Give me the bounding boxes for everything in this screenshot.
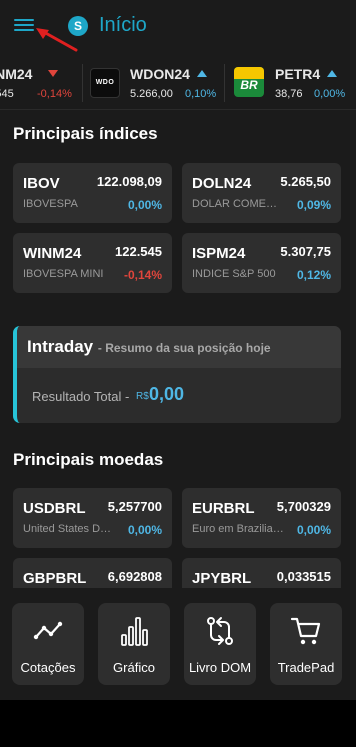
currencies-section-title: Principais moedas bbox=[13, 450, 164, 469]
index-change: 0,09% bbox=[296, 198, 331, 212]
ticker-change: -0,14% bbox=[37, 88, 72, 100]
nav-label: TradePad bbox=[277, 660, 335, 675]
index-value: 122.098,09 bbox=[96, 174, 162, 189]
ticker-change: 0,00% bbox=[314, 88, 346, 100]
index-value: 5.307,75 bbox=[280, 244, 331, 259]
bottom-navigation: Cotações Gráfico Livro DOM TradePad bbox=[0, 588, 356, 700]
nav-label: Livro DOM bbox=[188, 660, 252, 675]
hamburger-menu-icon[interactable] bbox=[14, 16, 36, 36]
index-description: IBOVESPA MINI bbox=[23, 268, 104, 280]
index-symbol: WINM24 bbox=[23, 245, 82, 262]
currency-value: 0,033515 bbox=[276, 569, 331, 584]
currency-value: 6,692808 bbox=[107, 569, 162, 584]
index-card[interactable]: WINM24 122.545 IBOVESPA MINI -0,14% bbox=[13, 233, 172, 293]
index-description: INDICE S&P 500 bbox=[192, 268, 276, 280]
nav-cotacoes-button[interactable]: Cotações bbox=[12, 603, 84, 685]
chart-line-icon bbox=[33, 621, 63, 640]
nav-label: Cotações bbox=[20, 660, 76, 675]
currency-card[interactable]: USDBRL 5,257700 United States Dollar 0,0… bbox=[13, 488, 172, 548]
index-change: -0,14% bbox=[123, 268, 162, 282]
nav-grafico-button[interactable]: Gráfico bbox=[98, 603, 170, 685]
index-symbol: DOLN24 bbox=[192, 175, 252, 192]
bar-chart-icon bbox=[121, 617, 148, 646]
ticker-symbol: WDON24 bbox=[130, 66, 190, 82]
currency-value: 5,700329 bbox=[276, 499, 331, 514]
intraday-subtitle: - Resumo da sua posição hoje bbox=[97, 341, 271, 355]
result-label: Resultado Total - bbox=[32, 389, 130, 404]
page-title: Início bbox=[99, 14, 147, 36]
up-arrow-icon bbox=[197, 70, 207, 77]
currency-card[interactable]: EURBRL 5,700329 Euro em Brazilian Real 0… bbox=[182, 488, 341, 548]
app-logo-icon: S bbox=[68, 16, 88, 36]
ticker-price: 5.266,00 bbox=[130, 88, 173, 100]
index-symbol: ISPM24 bbox=[192, 245, 246, 262]
ticker-item[interactable]: WINM24 122.545 -0,14% bbox=[0, 56, 80, 109]
ticker-price: 122.545 bbox=[0, 88, 14, 100]
currency-change: 0,00% bbox=[296, 523, 331, 537]
result-value: 0,00 bbox=[149, 384, 185, 404]
index-card[interactable]: ISPM24 5.307,75 INDICE S&P 500 0,12% bbox=[182, 233, 341, 293]
petrobras-logo-icon: BR bbox=[234, 67, 264, 97]
app-screen: S Início WINM24 122.545 -0,14% WDO WDON2… bbox=[0, 0, 356, 747]
ticker-item[interactable]: WDO WDON24 5.266,00 0,10% bbox=[82, 56, 222, 109]
intraday-header: Intraday - Resumo da sua posição hoje bbox=[17, 326, 341, 368]
nav-label: Gráfico bbox=[113, 660, 155, 675]
intraday-title: Intraday - Resumo da sua posição hoje bbox=[27, 337, 271, 356]
currency-change: 0,00% bbox=[127, 523, 162, 537]
index-description: IBOVESPA bbox=[23, 198, 78, 210]
exchange-icon bbox=[207, 617, 233, 645]
nav-tradepad-button[interactable]: TradePad bbox=[270, 603, 342, 685]
index-change: 0,00% bbox=[127, 198, 162, 212]
system-navigation-area bbox=[0, 700, 356, 747]
wdo-logo-icon: WDO bbox=[90, 68, 120, 98]
currency-symbol: GBPBRL bbox=[23, 570, 87, 587]
index-symbol: IBOV bbox=[23, 175, 60, 192]
index-value: 122.545 bbox=[115, 244, 162, 259]
index-value: 5.265,50 bbox=[280, 174, 331, 189]
currency-symbol: USDBRL bbox=[23, 500, 86, 517]
index-change: 0,12% bbox=[296, 268, 331, 282]
ticker-symbol: PETR4 bbox=[275, 66, 321, 82]
index-description: DOLAR COMERCIAL bbox=[192, 198, 284, 210]
ticker-symbol: WINM24 bbox=[0, 66, 33, 82]
ticker-price: 38,76 bbox=[275, 88, 303, 100]
currency-description: United States Dollar bbox=[23, 523, 115, 535]
currency-symbol: JPYBRL bbox=[192, 570, 252, 587]
up-arrow-icon bbox=[327, 70, 337, 77]
top-app-bar: S Início bbox=[0, 0, 356, 54]
index-card[interactable]: IBOV 122.098,09 IBOVESPA 0,00% bbox=[13, 163, 172, 223]
down-arrow-icon bbox=[48, 70, 58, 77]
cart-icon bbox=[290, 617, 321, 645]
currency-symbol: EURBRL bbox=[192, 500, 255, 517]
ticker-item[interactable]: BR PETR4 38,76 0,00% bbox=[224, 56, 356, 109]
quote-ticker[interactable]: WINM24 122.545 -0,14% WDO WDON24 5.266,0… bbox=[0, 56, 356, 110]
currency-description: Euro em Brazilian Real bbox=[192, 523, 284, 535]
currency-value: 5,257700 bbox=[107, 499, 162, 514]
intraday-card[interactable]: Intraday - Resumo da sua posição hoje Re… bbox=[13, 326, 341, 423]
indices-section-title: Principais índices bbox=[13, 124, 158, 143]
index-card[interactable]: DOLN24 5.265,50 DOLAR COMERCIAL 0,09% bbox=[182, 163, 341, 223]
ticker-change: 0,10% bbox=[185, 88, 217, 100]
nav-livro-dom-button[interactable]: Livro DOM bbox=[184, 603, 256, 685]
result-currency: R$ bbox=[136, 391, 149, 402]
